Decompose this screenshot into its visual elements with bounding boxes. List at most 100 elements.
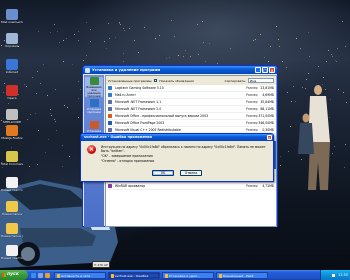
task-label: Безымянный - Paint [223,273,254,278]
city-light [202,20,204,22]
program-row[interactable]: Microsoft Office - профессиональный выпу… [106,113,276,120]
error-hint: "OK" - завершение приложения "Отмена" - … [101,154,155,163]
city-light [288,150,290,152]
city-light [290,100,292,102]
desktop-icon[interactable]: Mozilla Firefox [1,124,23,148]
program-size-label: Размер [246,93,258,97]
desktop-icon[interactable]: Opera [1,84,23,108]
start-button[interactable]: пуск [0,270,28,280]
taskbar-task[interactable]: Активность в сети [54,271,106,279]
program-row[interactable]: Microsoft .NET Framework 2.0 Размер 88,11М… [106,106,276,113]
taskbar: пуск Активность в сети svchost.exe - Ошиб… [0,270,350,280]
city-light [123,27,125,29]
city-light [268,60,270,62]
arp-toolbar: Установленные программы: Показать обновл… [106,76,276,85]
program-name: Microsoft Office FrontPage 2003 [115,121,165,125]
sidebar-button-icon [89,99,99,107]
window-app-icon [85,67,90,73]
city-light [74,34,76,36]
city-light [178,54,180,56]
wallpaper-plate: H 476 AP [92,261,110,268]
desktop-icon[interactable]: Мой компьютер [1,8,23,32]
city-light [51,114,53,116]
city-light [62,144,64,146]
sort-select[interactable]: Имя [248,78,274,83]
desktop-icon[interactable]: Total Commander [1,150,23,174]
city-light [254,39,256,41]
quicklaunch-ie-icon[interactable] [31,272,36,278]
city-light [144,27,146,29]
program-row[interactable]: Mail.ru Агент Размер 4,69МБ [106,92,276,99]
tray-icon[interactable] [332,273,336,277]
desktop-icon[interactable]: Новая папка [1,200,23,224]
maximize-button[interactable]: □ [262,67,268,73]
sort-label: Сортировать: [224,78,246,83]
installed-label: Установленные программы: [108,78,153,83]
program-size-label: Размер [246,114,258,118]
close-button[interactable]: × [269,67,275,73]
city-light [30,113,32,115]
city-light [295,37,297,39]
program-icon [108,184,112,188]
city-light [26,86,28,88]
city-light [184,50,186,52]
city-light [230,47,232,49]
error-close-button[interactable]: × [266,134,272,140]
desktop-icon[interactable]: Новая папка (2) [1,222,23,246]
cancel-button[interactable]: Отмена [180,170,202,176]
city-light [40,82,42,84]
taskbar-task[interactable]: Установка и удал... [162,271,214,279]
minimize-button[interactable]: _ [255,67,261,73]
city-light [285,66,287,68]
desktop-icon-image [6,151,18,162]
city-light [308,72,310,74]
city-light [280,155,282,157]
city-light [158,35,160,37]
city-light [77,30,79,32]
program-size: 346,00МБ [258,121,274,125]
task-icon [56,274,60,278]
city-light [155,38,157,40]
desktop-icon-label: Opera [7,97,17,100]
program-row[interactable]: WinRAR архиватор Размер 4,71МБ [106,183,276,190]
desktop-icon[interactable]: Новый текстовый документ [1,176,23,200]
desktop-icon-label: Новая папка [2,213,22,216]
program-size: 371,00МБ [258,114,274,118]
city-light [124,29,126,31]
sidebar-button[interactable]: Установка программ [85,99,103,119]
taskbar-task[interactable]: svchost.exe - Ошибка [108,271,160,279]
city-light [114,36,116,38]
arp-titlebar[interactable]: Установка и удаление программ _ □ × [83,66,277,74]
city-light [259,33,261,35]
program-row[interactable]: Microsoft Office FrontPage 2003 Размер 346… [106,120,276,127]
sidebar-button[interactable]: Изменение или удаление программ [85,77,103,98]
sidebar-button-icon [89,77,99,85]
show-updates-checkbox[interactable] [154,79,158,82]
quicklaunch-media-icon[interactable] [45,272,50,278]
desktop-icon[interactable]: Новый текстовый документ (2) [1,244,23,268]
city-light [277,38,279,40]
quicklaunch-desktop-icon[interactable] [38,272,43,278]
city-light [78,80,80,82]
city-light [278,45,280,47]
error-title: svchost.exe - Ошибка приложения [84,135,152,139]
city-light [281,60,283,62]
program-icon [108,121,112,125]
program-size-label: Размер [246,107,258,111]
city-light [203,42,205,43]
error-message-block: Инструкция по адресу "0x00c1fa6d" обрати… [101,145,269,163]
city-light [182,56,184,58]
program-row[interactable]: Logitech Gaming Software 5.10 Размер 23,81… [106,85,276,92]
city-light [89,28,91,30]
ok-button[interactable]: OK [152,170,174,176]
arp-title: Установка и удаление программ [92,68,161,72]
program-row[interactable]: Microsoft .NET Framework 1.1 Размер 35,84М… [106,99,276,106]
desktop-icon[interactable]: Корзина [1,32,23,56]
taskbar-task[interactable]: Безымянный - Paint [216,271,268,279]
task-icon [218,274,222,278]
city-light [290,125,292,127]
desktop-icon-image [6,109,18,120]
city-light [49,112,51,114]
error-titlebar[interactable]: svchost.exe - Ошибка приложения × [81,134,273,141]
desktop-icon[interactable]: Internet [1,58,23,82]
